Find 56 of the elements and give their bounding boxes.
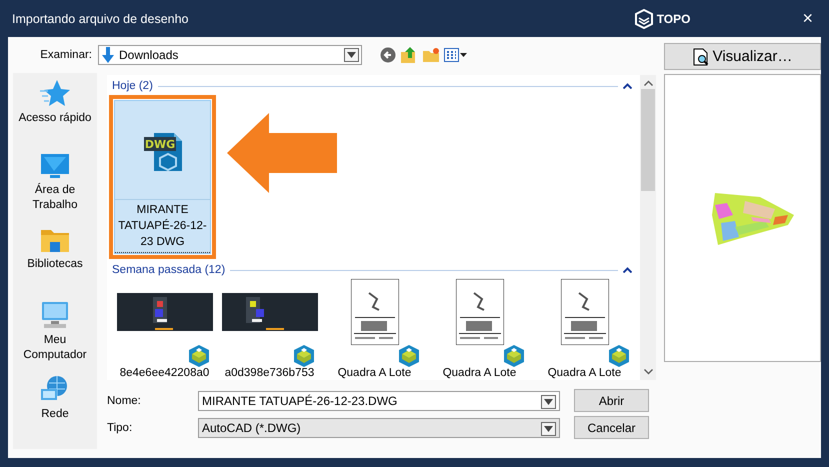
file-name: Quadra A Lote [338,367,412,379]
folder-up-icon[interactable] [400,46,418,64]
scroll-down-icon[interactable] [644,369,652,375]
brand-name: TOPO [656,12,690,26]
file-item[interactable]: Quadra A Lote [532,279,637,379]
scrollbar[interactable] [640,75,656,380]
field-label: Nome: [107,394,142,406]
file-item[interactable]: Quadra A Lote [427,279,532,379]
back-icon[interactable] [380,47,396,63]
location-value: Downloads [119,48,180,62]
sidebar-item[interactable]: Rede [13,375,97,449]
file-item[interactable]: Quadra A Lote [322,279,427,379]
collapse-chevron-icon[interactable] [623,267,632,273]
preview-button[interactable]: Visualizar… [664,43,821,70]
file-item[interactable]: 8e4e6ee42208a0 [112,279,217,379]
sidebar-item[interactable]: Meu Computador [13,301,97,375]
file-item[interactable]: a0d398e736b753 [217,279,322,379]
close-button[interactable]: × [798,8,817,29]
file-name: a0d398e736b753 [224,367,314,379]
cancel-button[interactable]: Cancelar [574,416,649,439]
cube-badge-icon [503,345,525,367]
sidebar-item[interactable]: Bibliotecas [13,227,97,301]
cube-logo-icon [634,8,654,28]
group-title[interactable]: Semana passada (12) [112,264,226,276]
magnifier-page-icon [692,48,709,66]
cube-badge-icon [293,345,315,367]
file-name: Quadra A Lote [442,367,516,379]
download-arrow-icon [101,47,115,63]
field-label: Tipo: [107,422,134,434]
collapse-chevron-icon[interactable] [623,83,632,89]
new-folder-icon[interactable] [422,47,440,63]
globe-computer-icon [40,375,70,403]
group-title[interactable]: Hoje (2) [112,80,153,92]
cube-badge-icon [188,345,210,367]
sidebar-item[interactable]: Área de Trabalho [13,153,97,227]
folder-icon [40,227,70,253]
filename-field[interactable]: MIRANTE TATUAPÉ-26-12-23.DWG [198,390,560,410]
sidebar-item[interactable]: Acesso rápido [13,79,97,153]
monitor-icon [40,153,70,179]
scroll-thumb[interactable] [641,89,655,191]
scroll-up-icon[interactable] [644,80,652,86]
location-dropdown[interactable]: Downloads [98,45,362,65]
computer-icon [40,301,70,329]
cube-badge-icon [398,345,420,367]
dropdown-caret-icon[interactable] [347,52,356,58]
cube-badge-icon [608,345,630,367]
location-label: Examinar: [39,49,93,61]
file-item[interactable]: DWG MIRANTE TATUAPÉ-26-12-23 DWG [114,100,211,254]
file-name: 8e4e6ee42208a0 [120,367,210,379]
open-button[interactable]: Abrir [574,389,649,412]
dropdown-caret-icon[interactable] [544,398,553,404]
view-menu-icon[interactable] [444,48,468,62]
window-title: Importando arquivo de desenho [12,12,190,26]
dropdown-caret-icon[interactable] [544,426,553,432]
star-icon [40,79,70,107]
file-name: Quadra A Lote [548,367,622,379]
